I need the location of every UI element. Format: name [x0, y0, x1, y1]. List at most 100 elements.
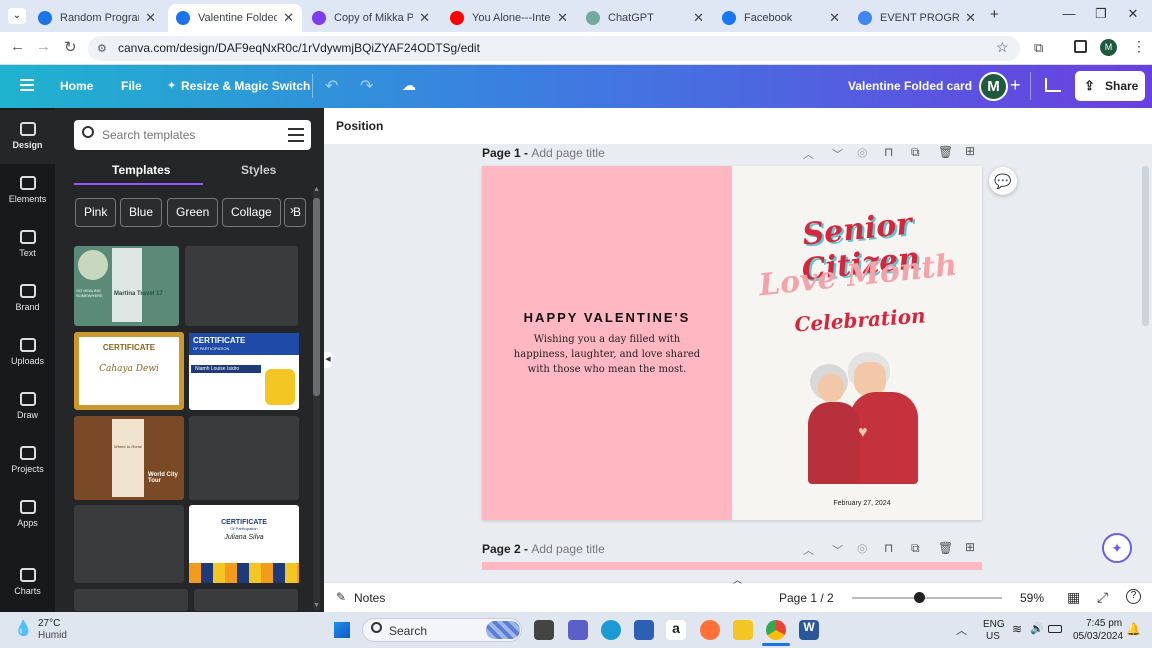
chips-next-icon[interactable]: ›	[290, 203, 294, 217]
template-thumb-placeholder[interactable]	[189, 416, 299, 500]
close-tab-icon[interactable]: ✕	[419, 10, 430, 26]
collapse-panel-icon[interactable]: ◀	[324, 352, 332, 368]
site-info-icon[interactable]: ⚙	[97, 42, 107, 55]
template-thumb-cert1[interactable]: CERTIFICATE Cahaya Dewi	[74, 332, 184, 410]
menu-icon[interactable]	[20, 79, 34, 91]
hide-page-icon[interactable]: ◎	[857, 145, 867, 159]
comment-icon[interactable]: 💬	[989, 167, 1017, 195]
tray-overflow-icon[interactable]: ︿	[956, 622, 967, 638]
browser-tab[interactable]: Random Program - C ✕	[30, 4, 164, 32]
move-up-icon[interactable]: ︿	[803, 545, 832, 557]
panel-scrollbar-thumb[interactable]	[313, 198, 320, 396]
file-explorer-icon[interactable]	[733, 620, 753, 640]
language-indicator[interactable]: ENG	[983, 619, 1005, 630]
volume-icon[interactable]: 🔊	[1030, 622, 1044, 635]
clock-date[interactable]: 05/03/2024	[1073, 631, 1123, 642]
browser-menu-icon[interactable]: ⋮	[1132, 38, 1146, 55]
word-icon[interactable]: W	[799, 620, 819, 640]
home-button[interactable]: Home	[60, 65, 93, 108]
battery-icon[interactable]	[1048, 625, 1062, 633]
add-page-icon[interactable]: ⊞	[965, 540, 975, 554]
filter-chip[interactable]: Collage	[222, 198, 281, 227]
close-tab-icon[interactable]: ✕	[693, 10, 704, 26]
template-thumb-cert2[interactable]: CERTIFICATE OF PARTICIPATION Niamh Louis…	[189, 333, 299, 410]
tab-list-button[interactable]: ⌄	[8, 8, 26, 24]
amazon-icon[interactable]: a	[666, 620, 686, 640]
card-heading[interactable]: HAPPY VALENTINE'S	[482, 310, 732, 325]
template-thumb-cert3[interactable]: CERTIFICATE Of Participation Juliana Sil…	[189, 505, 299, 583]
filter-chip[interactable]: Green	[167, 198, 219, 227]
task-view-icon[interactable]	[534, 620, 554, 640]
template-thumb-placeholder[interactable]	[74, 589, 188, 611]
browser-tab[interactable]: Facebook ✕	[714, 4, 848, 32]
panel-scrollbar-track[interactable]	[313, 190, 320, 610]
rail-item-draw[interactable]: Draw	[0, 380, 55, 434]
template-thumb-placeholder[interactable]	[194, 589, 298, 611]
tab-templates[interactable]: Templates	[112, 163, 170, 177]
filter-chip[interactable]: Blue	[120, 198, 163, 227]
search-input[interactable]	[102, 125, 272, 145]
template-thumb-placeholder[interactable]	[74, 505, 184, 583]
weather-icon[interactable]: 💧	[14, 619, 33, 637]
filter-chip[interactable]: B	[284, 198, 306, 227]
new-tab-button[interactable]: +	[990, 6, 999, 23]
wifi-icon[interactable]: ≋	[1012, 622, 1022, 636]
browser-tab[interactable]: EVENT PROGRAM - C ✕	[850, 4, 984, 32]
scroll-down-icon[interactable]: ▼	[313, 602, 320, 609]
redo-icon[interactable]: ↷	[360, 76, 373, 96]
grid-view-icon[interactable]: ▦	[1067, 589, 1080, 606]
notifications-icon[interactable]: 🔔	[1126, 622, 1141, 636]
reload-icon[interactable]: ↻	[64, 38, 77, 56]
windows-start-icon[interactable]	[334, 622, 350, 638]
insights-chart-icon[interactable]	[1045, 78, 1061, 92]
rail-item-uploads[interactable]: Uploads	[0, 326, 55, 380]
firefox-icon[interactable]	[700, 620, 720, 640]
extensions-icon[interactable]: ⧉	[1034, 40, 1043, 56]
undo-icon[interactable]: ↶	[325, 76, 338, 96]
tab-styles[interactable]: Styles	[241, 163, 276, 177]
magic-assistant-icon[interactable]: ✦	[1102, 533, 1132, 563]
scroll-up-icon[interactable]: ▲	[313, 186, 320, 193]
expand-pages-icon[interactable]: ︿	[733, 573, 742, 586]
delete-page-icon[interactable]: 🗑	[938, 541, 953, 555]
side-panel-icon[interactable]	[1074, 40, 1087, 53]
rail-item-elements[interactable]: Elements	[0, 164, 55, 218]
notes-button[interactable]: Notes	[354, 591, 385, 605]
page-indicator[interactable]: Page 1 / 2	[779, 591, 834, 605]
browser-tab[interactable]: Valentine Folded card ✕	[168, 4, 302, 32]
resize-magic-switch-button[interactable]: Resize & Magic Switch	[181, 65, 310, 108]
zoom-level[interactable]: 59%	[1020, 591, 1044, 605]
design-title[interactable]: Valentine Folded card	[848, 65, 972, 108]
weather-temp[interactable]: 27°C	[38, 618, 60, 629]
rail-item-text[interactable]: Text	[0, 218, 55, 272]
help-icon[interactable]: ?	[1126, 589, 1141, 604]
rail-item-charts[interactable]: Charts	[0, 556, 55, 610]
restore-icon[interactable]: ❐	[1086, 6, 1116, 26]
weather-desc[interactable]: Humid	[38, 630, 67, 641]
close-tab-icon[interactable]: ✕	[557, 10, 568, 26]
hide-page-icon[interactable]: ◎	[857, 541, 867, 555]
filter-chip[interactable]: Pink	[75, 198, 117, 227]
clock-time[interactable]: 7:45 pm	[1086, 618, 1122, 629]
close-tab-icon[interactable]: ✕	[829, 10, 840, 26]
bookmark-star-icon[interactable]: ☆	[996, 39, 1009, 56]
browser-tab[interactable]: You Alone---Integrity ✕	[442, 4, 576, 32]
minimize-icon[interactable]: —	[1054, 6, 1084, 26]
browser-tab[interactable]: Copy of Mikka Peralt ✕	[304, 4, 438, 32]
profile-avatar[interactable]: M	[1100, 39, 1117, 56]
lock-icon[interactable]: ⊓	[884, 541, 893, 555]
move-up-icon[interactable]: ︿	[803, 149, 832, 161]
duplicate-page-icon[interactable]: ⧉	[911, 145, 920, 160]
browser-tab[interactable]: ChatGPT ✕	[578, 4, 712, 32]
page2-title-input[interactable]: Add page title	[531, 542, 604, 556]
forward-icon[interactable]: →	[36, 38, 51, 55]
page-2-canvas[interactable]	[482, 562, 982, 570]
filter-icon[interactable]	[288, 128, 304, 142]
close-tab-icon[interactable]: ✕	[145, 10, 156, 26]
card-message[interactable]: Wishing you a day filled with happiness,…	[507, 332, 707, 377]
file-button[interactable]: File	[121, 65, 142, 108]
rail-item-apps[interactable]: Apps	[0, 488, 55, 542]
add-page-icon[interactable]: ⊞	[965, 144, 975, 158]
zoom-slider-track[interactable]	[852, 597, 1002, 599]
region-indicator[interactable]: US	[986, 631, 1000, 642]
